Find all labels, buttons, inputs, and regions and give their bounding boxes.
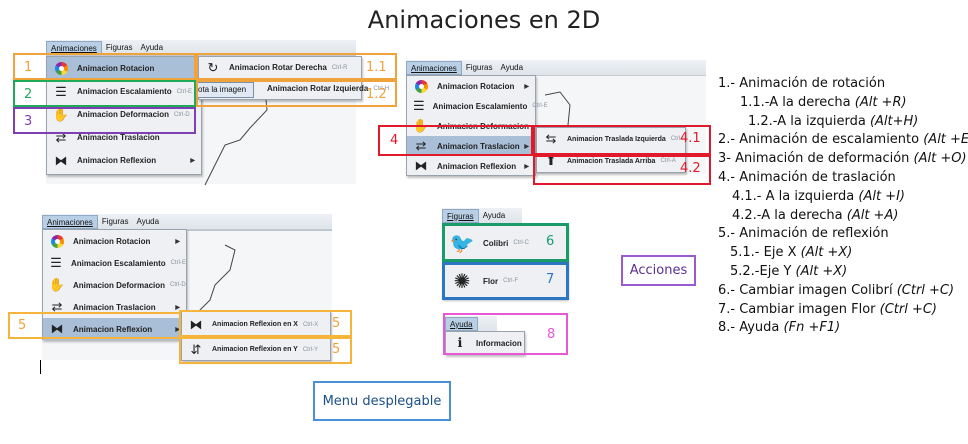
menu-figuras-b[interactable]: Figuras <box>462 61 497 75</box>
marker-label-4-2: 4.2 <box>680 161 701 176</box>
action-1-1: 1.1.-A la derecha (Alt +R) <box>740 94 907 110</box>
action-1-2: 1.2.-A la izquierda (Alt+H) <box>748 113 919 129</box>
page-title: Animaciones en 2D <box>367 6 601 34</box>
deform-hand-icon: ✋ <box>48 277 66 292</box>
marker-label-8: 8 <box>547 327 556 342</box>
marker-label-7: 7 <box>546 272 555 287</box>
action-4-2: 4.2.-A la derecha (Alt +A) <box>732 207 899 223</box>
menu-item-escalamiento-c[interactable]: ☰ Animacion Escalamiento Ctrl-E <box>43 252 186 274</box>
action-5-2: 5.2.-Eje Y (Alt +X) <box>730 263 848 279</box>
marker-box-4 <box>378 125 533 156</box>
menu-item-deformacion-c[interactable]: ✋ Animacion Deformacion Ctrl-D <box>43 274 186 296</box>
menu-animaciones-b[interactable]: Animaciones <box>406 60 462 75</box>
menu-item-reflexion-b[interactable]: ⧓ Animacion Reflexion ▶ <box>407 156 535 176</box>
marker-label-1-2: 1.2 <box>366 87 387 102</box>
chevron-right-icon: ▶ <box>524 163 529 170</box>
menu-ayuda-b[interactable]: Ayuda <box>497 61 528 75</box>
menu-ayuda-d[interactable]: Ayuda <box>479 209 510 223</box>
action-8: 8.- Ayuda (Fn +F1) <box>718 320 841 336</box>
marker-label-5: 5 <box>18 318 27 333</box>
text-caret <box>40 360 41 374</box>
marker-label-3: 3 <box>24 114 33 129</box>
marker-box-3 <box>13 107 196 134</box>
menu-animaciones-c[interactable]: Animaciones <box>42 214 98 229</box>
action-4: 4.- Animación de traslación <box>718 169 896 185</box>
menu-item-rotacion-b[interactable]: Animacion Rotacion ▶ <box>407 76 535 96</box>
menubar-b: Animaciones Figuras Ayuda <box>406 60 706 76</box>
menu-item-rotacion-c[interactable]: Animacion Rotacion ▶ <box>43 230 186 252</box>
scale-lines-icon: ☰ <box>50 255 62 270</box>
chevron-right-icon: ▶ <box>190 158 195 164</box>
marker-label-1: 1 <box>24 60 33 75</box>
marker-label-4: 4 <box>390 133 399 148</box>
marker-label-5-1: 5 <box>332 316 341 331</box>
marker-box-5 <box>8 312 181 339</box>
marker-box-2 <box>13 80 196 107</box>
menu-ayuda-c[interactable]: Ayuda <box>133 215 164 229</box>
color-wheel-icon <box>413 78 429 94</box>
marker-label-1-1: 1.1 <box>366 60 387 75</box>
marker-label-2: 2 <box>24 87 33 102</box>
scale-lines-icon: ☰ <box>413 98 425 113</box>
chevron-right-icon: ▶ <box>175 238 180 245</box>
action-3: 3- Animación de deformación (Alt +O) <box>718 151 967 167</box>
menu-desplegable-label: Menu desplegable <box>313 381 451 421</box>
menu-item-escalamiento-b[interactable]: ☰ Animacion Escalamiento Ctrl-E <box>407 96 548 116</box>
action-1: 1.- Animación de rotación <box>718 76 886 91</box>
reflect-icon: ⧓ <box>414 158 428 173</box>
menubar-d: Figuras Ayuda <box>442 208 522 224</box>
marker-label-4-1: 4.1 <box>680 131 701 146</box>
marker-box-5-1 <box>179 310 352 337</box>
chevron-right-icon: ▶ <box>524 83 529 90</box>
action-4-1: 4.1.- A la izquierda (Alt +I) <box>732 188 905 204</box>
action-6: 6.- Cambiar imagen Colibrí (Ctrl +C) <box>718 282 955 298</box>
action-5: 5.- Animación de reflexión <box>718 226 889 242</box>
color-wheel-icon <box>49 233 65 249</box>
actions-list: 1.- Animación de rotación 1.1.-A la dere… <box>718 75 968 338</box>
menu-figuras-d[interactable]: Figuras <box>442 208 479 223</box>
menubar-c: Animaciones Figuras Ayuda <box>42 214 332 230</box>
marker-label-5-2: 5 <box>332 342 341 357</box>
marker-label-6: 6 <box>546 234 555 249</box>
marker-box-5-2 <box>179 337 352 364</box>
action-7: 7.- Cambiar imagen Flor (Ctrl +C) <box>718 301 938 317</box>
action-5-1: 5.1.- Eje X (Alt +X) <box>730 245 853 261</box>
action-2: 2.- Animación de escalamiento (Alt +E) <box>718 132 968 148</box>
menu-item-reflexion[interactable]: ⧓ Animacion Reflexion ▶ <box>47 149 201 172</box>
acciones-label: Acciones <box>621 255 696 286</box>
reflect-icon: ⧓ <box>54 152 68 168</box>
marker-box-1 <box>13 53 196 80</box>
menu-figuras-c[interactable]: Figuras <box>98 215 133 229</box>
